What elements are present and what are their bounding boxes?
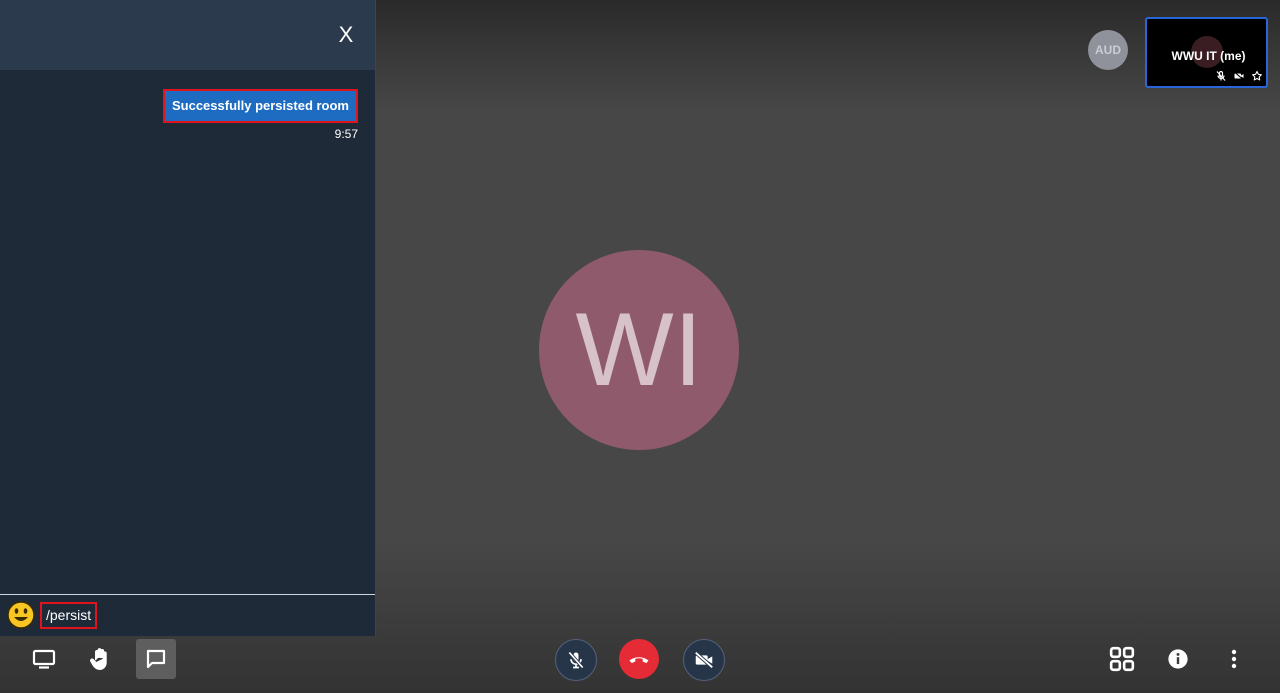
chat-close-button[interactable]: X <box>335 22 357 48</box>
screen-share-button[interactable] <box>24 639 64 679</box>
camera-toggle-button[interactable] <box>683 639 725 681</box>
info-button[interactable] <box>1158 639 1198 679</box>
chat-icon <box>146 649 166 669</box>
mic-muted-icon <box>1216 70 1226 81</box>
emoji-picker-button[interactable] <box>6 600 36 630</box>
tile-view-button[interactable] <box>1102 639 1142 679</box>
raise-hand-button[interactable] <box>80 639 120 679</box>
tile-view-icon <box>1109 646 1135 672</box>
self-video-tile[interactable]: WWU IT (me) <box>1145 17 1268 88</box>
star-icon <box>1252 70 1262 81</box>
microphone-muted-icon <box>568 651 584 669</box>
chat-message-input[interactable]: /persist <box>40 602 98 629</box>
hangup-button[interactable] <box>619 639 659 679</box>
participant-avatar-aud[interactable]: AUD <box>1088 30 1128 70</box>
chat-toggle-button[interactable] <box>136 639 176 679</box>
hangup-icon <box>629 657 649 664</box>
raise-hand-icon <box>90 648 107 670</box>
smiley-icon <box>7 601 35 629</box>
screen-share-icon <box>32 649 56 669</box>
chat-header: X <box>0 0 375 70</box>
more-options-button[interactable] <box>1214 639 1254 679</box>
microphone-toggle-button[interactable] <box>555 639 597 681</box>
chat-panel: X Successfully persisted room 9:57 /pers… <box>0 0 376 636</box>
chat-input-bar: /persist <box>0 594 375 636</box>
camera-off-small-icon <box>1234 71 1244 81</box>
info-icon <box>1168 649 1188 669</box>
self-display-name: WWU IT (me) <box>1171 49 1246 63</box>
more-options-icon <box>1231 649 1237 669</box>
main-participant-avatar: WI <box>539 250 739 450</box>
meeting-stage: X Successfully persisted room 9:57 /pers… <box>0 0 1280 693</box>
chat-message-bubble: Successfully persisted room <box>162 89 358 123</box>
camera-off-icon <box>694 651 714 669</box>
chat-message-timestamp: 9:57 <box>334 127 358 141</box>
